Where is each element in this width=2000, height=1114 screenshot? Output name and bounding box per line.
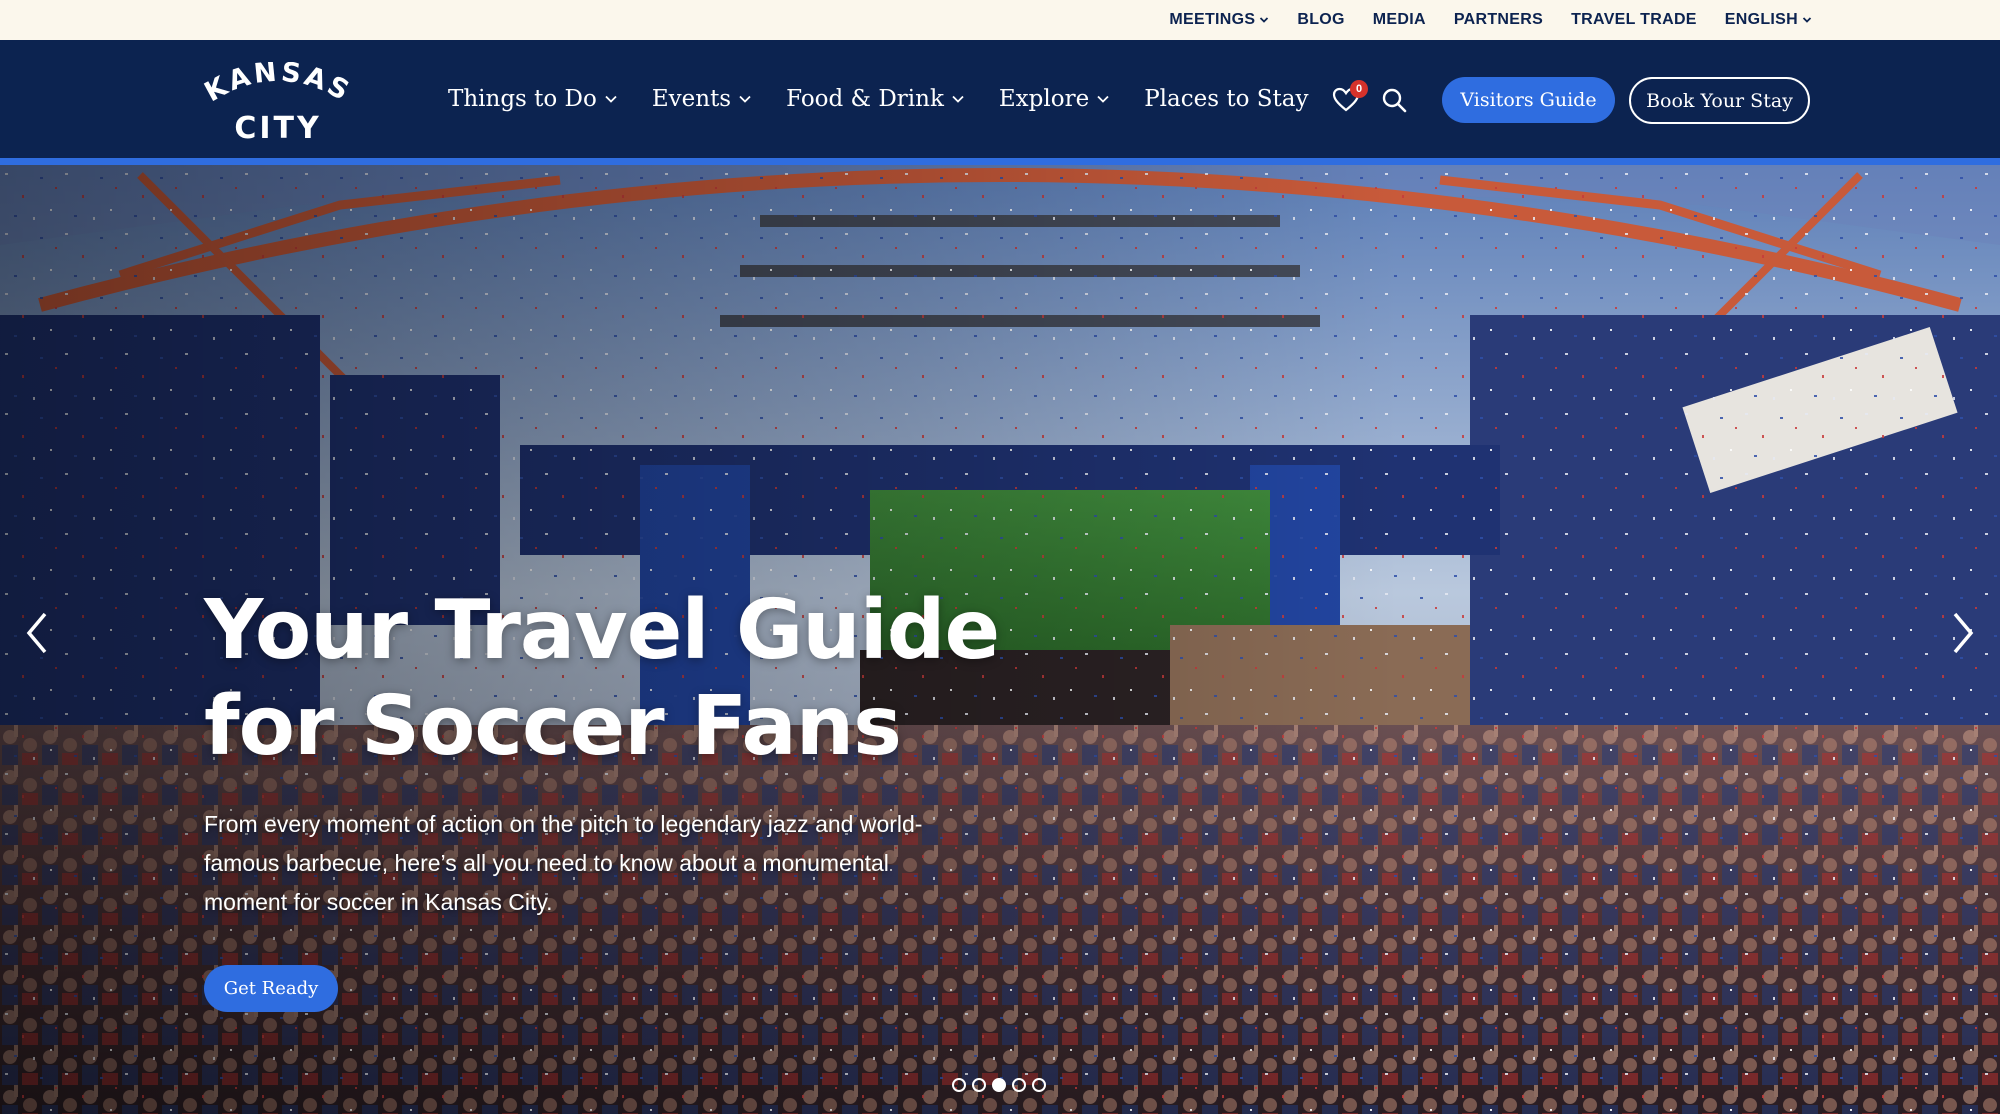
chevron-down-icon bbox=[739, 95, 751, 103]
chevron-right-icon[interactable] bbox=[1946, 608, 1980, 658]
chevron-down-icon bbox=[1260, 17, 1269, 23]
language-selector[interactable]: ENGLISH bbox=[1725, 11, 1812, 29]
utility-link-media[interactable]: MEDIA bbox=[1373, 11, 1426, 29]
utility-bar: MEETINGS BLOG MEDIA PARTNERS TRAVEL TRAD… bbox=[0, 0, 2000, 40]
primary-menu: Things to Do Events Food & Drink Explore… bbox=[448, 40, 1308, 158]
nav-accent-stripe bbox=[0, 158, 2000, 165]
favorites-count-badge: 0 bbox=[1350, 80, 1368, 98]
search-icon[interactable] bbox=[1380, 86, 1408, 114]
carousel-dot[interactable] bbox=[972, 1078, 986, 1092]
nav-item-food-drink[interactable]: Food & Drink bbox=[786, 86, 965, 112]
utility-link-partners[interactable]: PARTNERS bbox=[1454, 11, 1543, 29]
chevron-down-icon bbox=[1097, 95, 1109, 103]
chevron-down-icon bbox=[952, 95, 964, 103]
logo-line2: CITY bbox=[234, 111, 321, 142]
book-your-stay-button[interactable]: Book Your Stay bbox=[1629, 77, 1810, 124]
utility-nav: MEETINGS BLOG MEDIA PARTNERS TRAVEL TRAD… bbox=[1169, 0, 1812, 40]
nav-item-things-to-do[interactable]: Things to Do bbox=[448, 86, 618, 112]
hero-subtitle: From every moment of action on the pitch… bbox=[204, 811, 923, 915]
visitors-guide-button[interactable]: Visitors Guide bbox=[1442, 77, 1615, 123]
nav-item-places-to-stay[interactable]: Places to Stay bbox=[1144, 86, 1308, 112]
carousel-dot[interactable] bbox=[1032, 1078, 1046, 1092]
carousel-dot-active[interactable] bbox=[992, 1078, 1006, 1092]
nav-item-events[interactable]: Events bbox=[652, 86, 752, 112]
kansas-city-logo[interactable]: KANSAS CITY bbox=[198, 62, 358, 142]
utility-link-travel-trade[interactable]: TRAVEL TRADE bbox=[1571, 11, 1697, 29]
carousel-dot[interactable] bbox=[952, 1078, 966, 1092]
chevron-down-icon bbox=[1802, 17, 1812, 23]
utility-link-blog[interactable]: BLOG bbox=[1297, 11, 1344, 29]
chevron-down-icon bbox=[605, 95, 617, 103]
logo-line1: KANSAS bbox=[200, 62, 354, 108]
carousel-pagination bbox=[952, 1078, 1046, 1092]
carousel-dot[interactable] bbox=[1012, 1078, 1026, 1092]
get-ready-button[interactable]: Get Ready bbox=[204, 965, 338, 1012]
hero-carousel: Your Travel Guide for Soccer Fans From e… bbox=[0, 165, 2000, 1114]
svg-text:KANSAS: KANSAS bbox=[200, 62, 357, 108]
chevron-left-icon[interactable] bbox=[20, 608, 54, 658]
utility-link-meetings[interactable]: MEETINGS bbox=[1169, 11, 1269, 29]
hero-title: Your Travel Guide for Soccer Fans bbox=[204, 583, 1000, 774]
nav-item-explore[interactable]: Explore bbox=[999, 86, 1110, 112]
